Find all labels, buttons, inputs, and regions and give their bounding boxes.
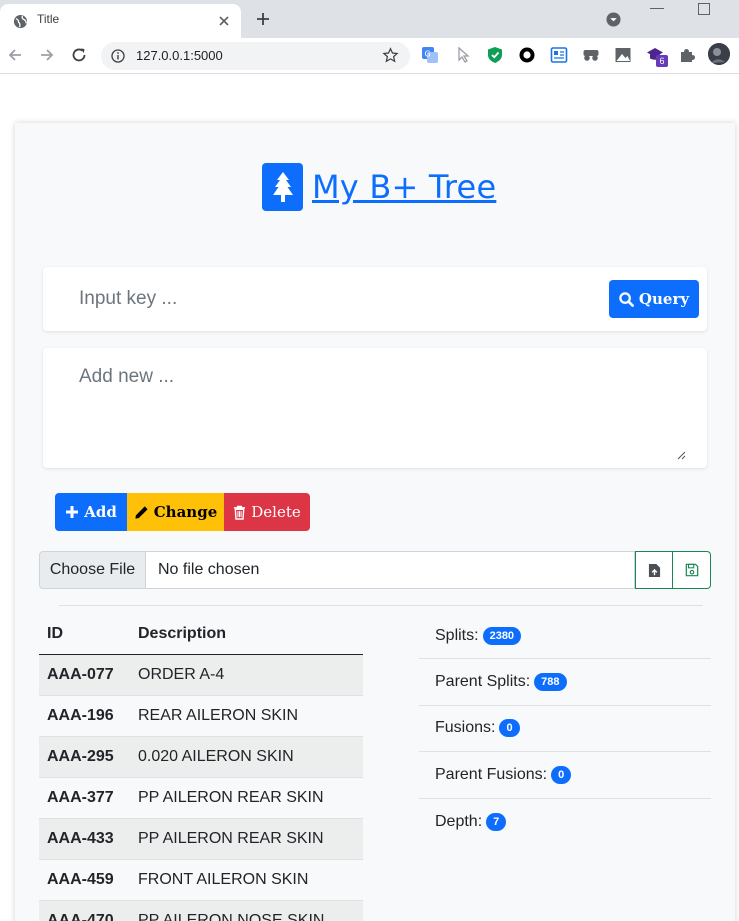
- delete-button[interactable]: Delete: [224, 493, 310, 531]
- save-icon: [685, 563, 698, 577]
- choose-file-button[interactable]: Choose File: [39, 551, 146, 589]
- records-table: ID Description AAA-077 ORDER A-4 AAA-196…: [39, 613, 363, 921]
- row-description: ORDER A-4: [138, 666, 225, 683]
- row-description: FRONT AILERON SKIN: [138, 871, 309, 888]
- delete-button-label: Delete: [251, 503, 301, 521]
- file-upload-icon: [648, 563, 660, 577]
- translate-extension-icon[interactable]: G: [421, 46, 439, 64]
- table-row[interactable]: AAA-077 ORDER A-4: [39, 655, 363, 696]
- stat-label: Depth:: [435, 812, 483, 830]
- shield-extension-icon[interactable]: [486, 46, 504, 64]
- stat-depth: Depth: 7: [419, 799, 711, 845]
- row-id: AAA-196: [47, 707, 114, 724]
- new-tab-icon[interactable]: [254, 10, 272, 28]
- query-card: Query: [43, 267, 707, 331]
- change-button-label: Change: [153, 503, 218, 521]
- back-arrow-icon[interactable]: [6, 46, 24, 64]
- row-id: AAA-377: [47, 789, 114, 806]
- stat-fusions: Fusions: 0: [419, 706, 711, 753]
- stat-parent-splits: Parent Splits: 788: [419, 659, 711, 706]
- circle-extension-icon[interactable]: [518, 46, 536, 64]
- query-button-label: Query: [638, 290, 690, 308]
- query-button[interactable]: Query: [609, 280, 699, 318]
- graduation-extension-icon[interactable]: 6: [646, 46, 668, 67]
- stat-label: Parent Fusions:: [435, 765, 548, 783]
- file-status-text[interactable]: No file chosen: [146, 551, 635, 589]
- tab-search-icon[interactable]: [606, 12, 621, 27]
- reload-icon[interactable]: [70, 46, 88, 64]
- browser-tabstrip: Title: [0, 0, 739, 38]
- forward-arrow-icon[interactable]: [38, 46, 56, 64]
- stat-badge: 0: [499, 719, 520, 738]
- address-bar[interactable]: 127.0.0.1:5000: [101, 42, 410, 70]
- row-description: 0.020 AILERON SKIN: [138, 748, 294, 765]
- close-icon[interactable]: [216, 13, 232, 29]
- description-column-header: Description: [138, 624, 227, 642]
- maximize-icon[interactable]: [698, 3, 710, 15]
- browser-tab[interactable]: Title: [0, 4, 241, 38]
- row-description: REAR AILERON SKIN: [138, 707, 299, 724]
- info-icon[interactable]: [111, 49, 125, 63]
- svg-text:G: G: [425, 50, 431, 59]
- table-row[interactable]: AAA-470 PP AILERON NOSE SKIN: [39, 901, 363, 921]
- glasses-extension-icon[interactable]: [582, 46, 600, 64]
- table-row[interactable]: AAA-295 0.020 AILERON SKIN: [39, 737, 363, 778]
- add-button[interactable]: Add: [55, 493, 127, 531]
- stat-badge: 0: [551, 765, 572, 784]
- pencil-icon: [135, 505, 148, 519]
- table-row[interactable]: AAA-377 PP AILERON REAR SKIN: [39, 778, 363, 819]
- stat-badge: 2380: [482, 626, 522, 645]
- bookmark-star-icon[interactable]: [382, 47, 399, 64]
- stat-badge: 7: [486, 812, 507, 831]
- browser-toolbar: 127.0.0.1:5000 G 6: [0, 38, 739, 74]
- id-column-header: ID: [47, 624, 63, 642]
- action-button-group: Add Change Delete: [55, 493, 310, 531]
- cursor-extension-icon[interactable]: [455, 46, 473, 64]
- stat-badge: 788: [534, 673, 567, 692]
- row-id: AAA-295: [47, 748, 114, 765]
- table-row[interactable]: AAA-433 PP AILERON REAR SKIN: [39, 819, 363, 860]
- app-title-link[interactable]: My B+ Tree: [312, 168, 496, 206]
- change-button[interactable]: Change: [127, 493, 224, 531]
- section-divider: [59, 605, 703, 606]
- plus-icon: [66, 506, 79, 518]
- row-description: PP AILERON REAR SKIN: [138, 830, 324, 847]
- row-description: PP AILERON REAR SKIN: [138, 789, 324, 806]
- add-card: [43, 348, 707, 468]
- add-button-label: Add: [84, 503, 117, 521]
- profile-avatar[interactable]: [708, 43, 730, 65]
- row-id: AAA-433: [47, 830, 114, 847]
- row-id: AAA-470: [47, 912, 114, 921]
- stat-parent-fusions: Parent Fusions: 0: [419, 752, 711, 799]
- globe-icon: [13, 14, 28, 29]
- stat-label: Fusions:: [435, 719, 496, 737]
- add-new-textarea[interactable]: [79, 366, 689, 458]
- url-text: 127.0.0.1:5000: [136, 48, 223, 63]
- extension-badge: 6: [656, 55, 668, 67]
- search-icon: [619, 291, 634, 307]
- tree-icon: [262, 163, 303, 211]
- upload-file-button[interactable]: [635, 551, 673, 589]
- stat-label: Parent Splits:: [435, 673, 531, 691]
- image-extension-icon[interactable]: [614, 46, 632, 64]
- resize-grip-icon[interactable]: [676, 450, 686, 460]
- table-header: ID Description: [39, 613, 363, 655]
- tree-stats-list: Splits: 2380 Parent Splits: 788 Fusions:…: [419, 613, 711, 845]
- table-row[interactable]: AAA-459 FRONT AILERON SKIN: [39, 860, 363, 901]
- puzzle-extensions-icon[interactable]: [678, 46, 696, 64]
- stat-splits: Splits: 2380: [419, 613, 711, 660]
- file-upload-group: Choose File No file chosen: [39, 551, 711, 589]
- stat-label: Splits:: [435, 626, 479, 644]
- trash-icon: [234, 505, 246, 520]
- app-brand: My B+ Tree: [262, 163, 496, 211]
- row-id: AAA-459: [47, 871, 114, 888]
- table-row[interactable]: AAA-196 REAR AILERON SKIN: [39, 696, 363, 737]
- save-file-button[interactable]: [673, 551, 711, 589]
- row-id: AAA-077: [47, 666, 114, 683]
- tab-title: Title: [37, 12, 60, 26]
- row-description: PP AILERON NOSE SKIN: [138, 912, 325, 921]
- query-input[interactable]: [79, 285, 579, 313]
- minimize-icon[interactable]: [650, 8, 664, 9]
- reader-extension-icon[interactable]: [550, 46, 568, 64]
